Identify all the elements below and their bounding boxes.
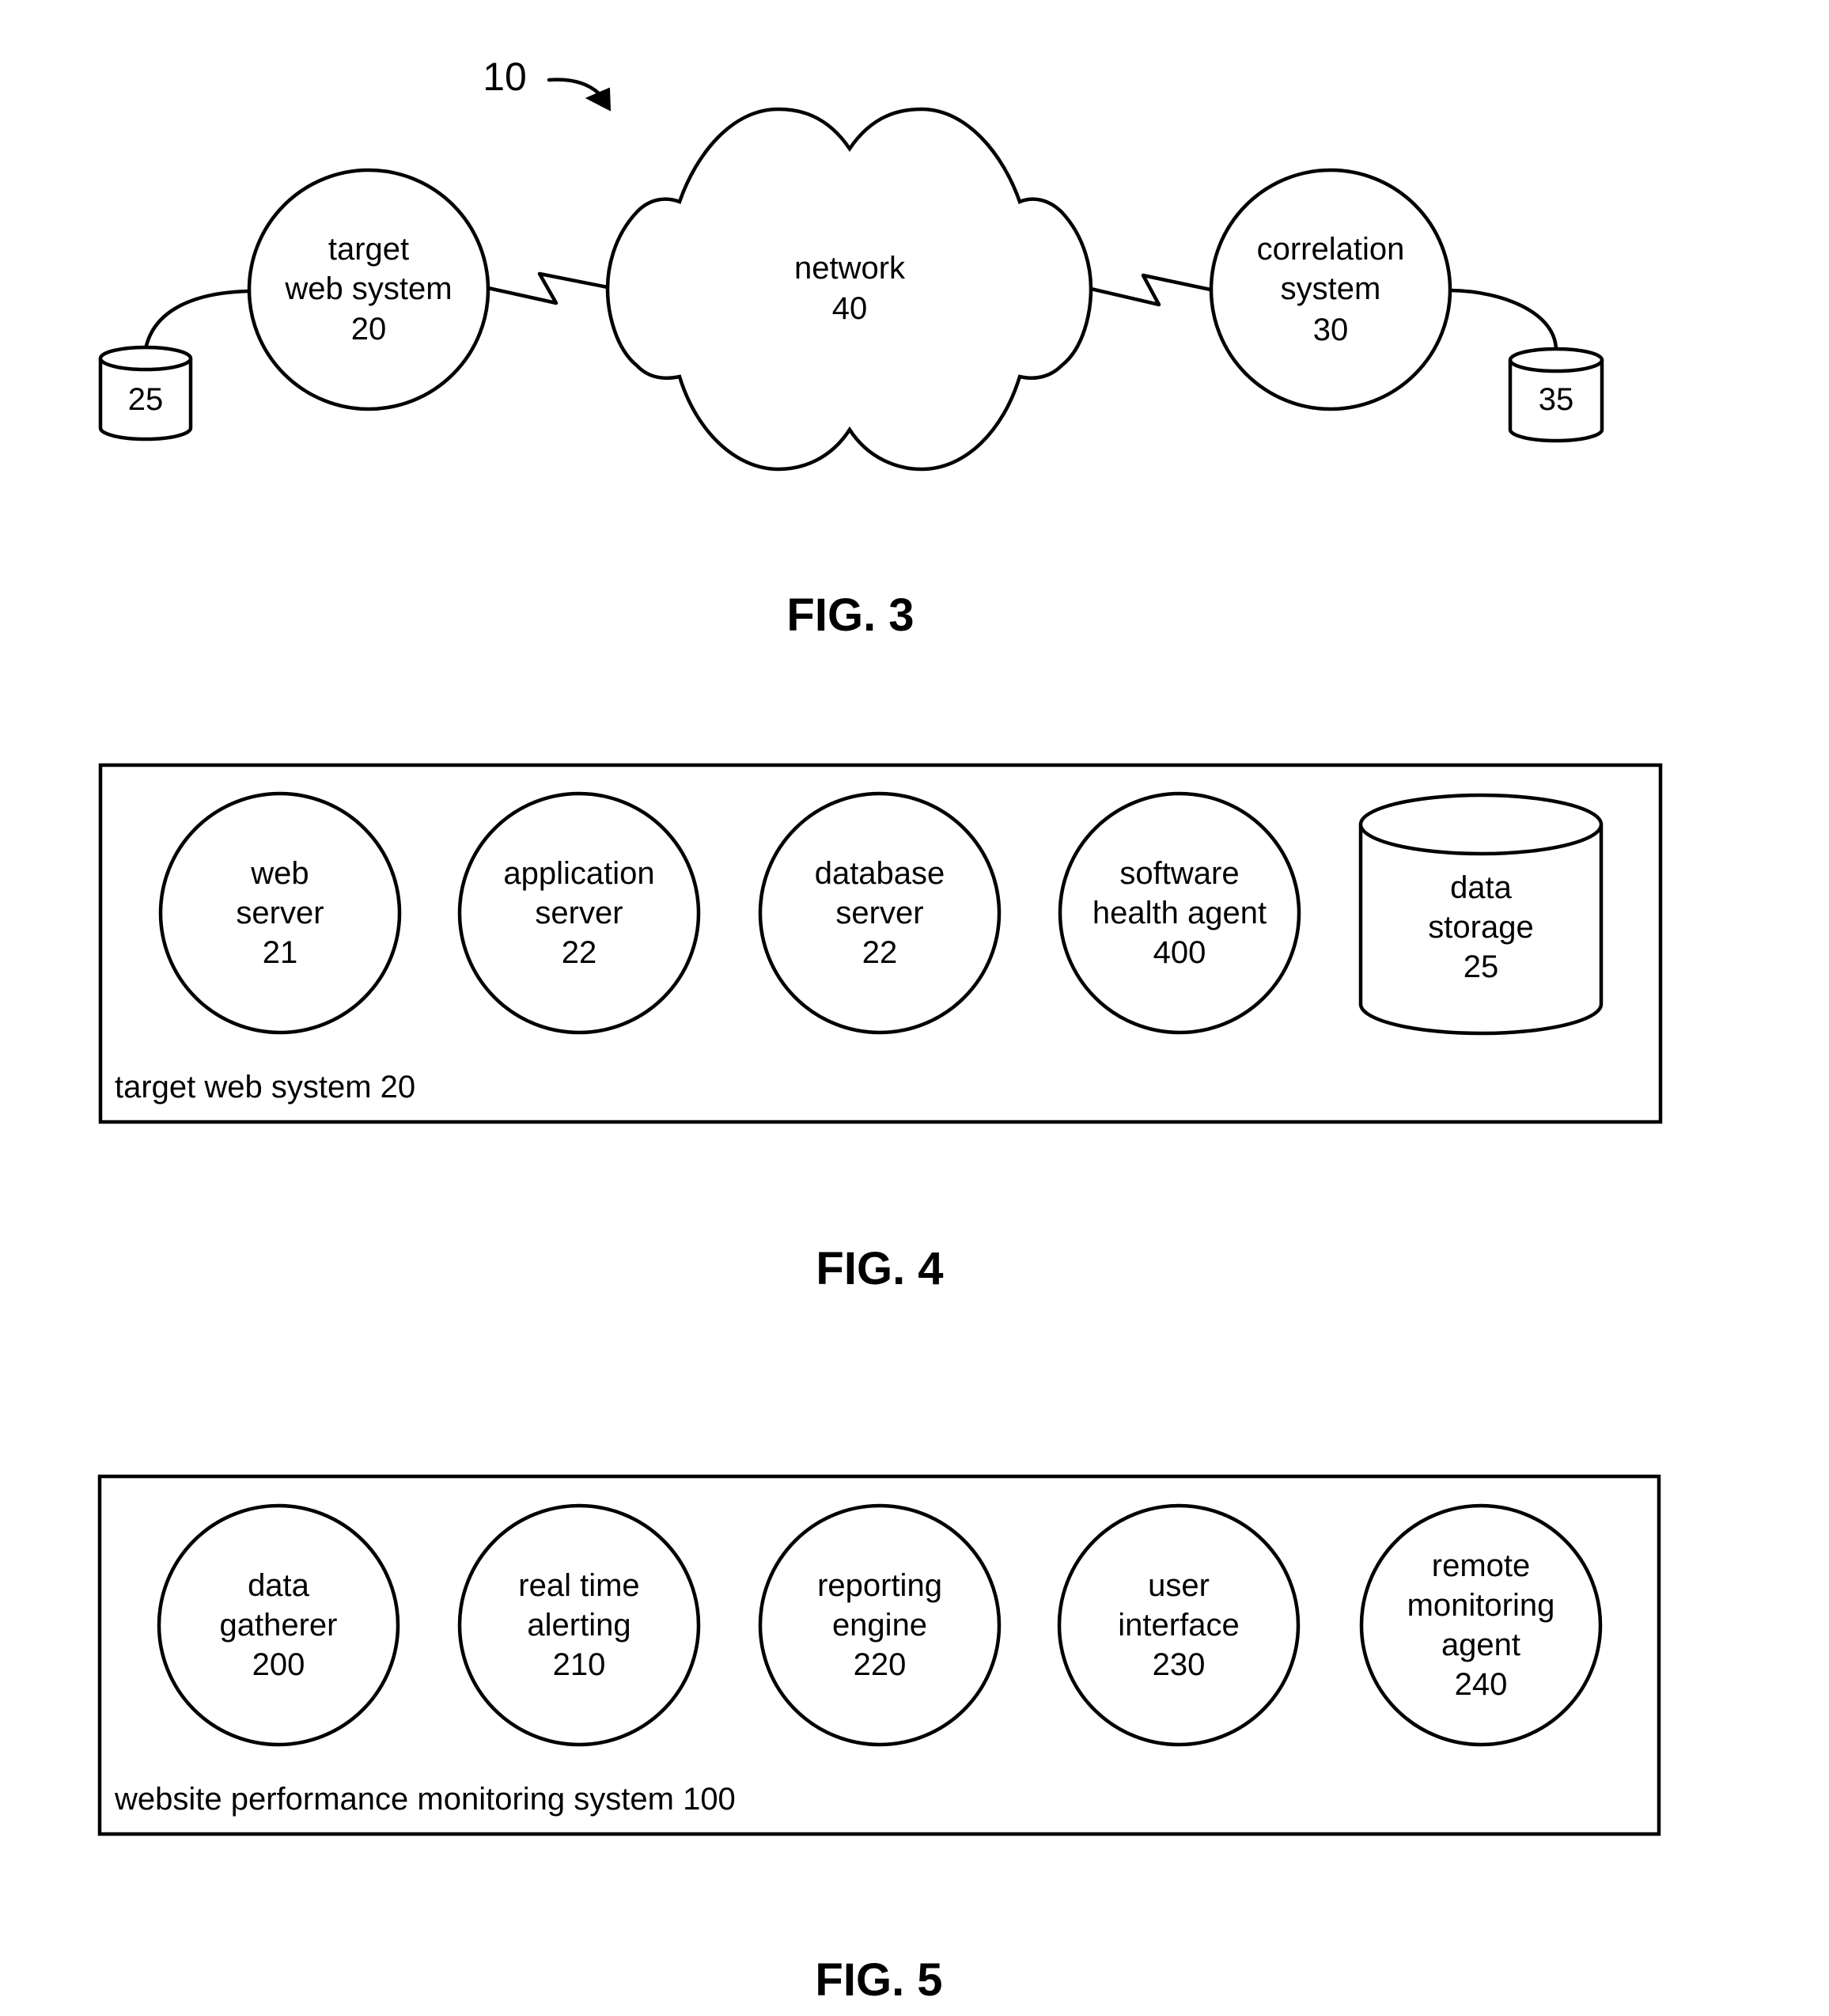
web-server-node: web server 21 [158, 791, 402, 1035]
reporting-engine-line-1: reporting [817, 1568, 942, 1603]
application-server-line-2: server [535, 896, 623, 930]
real-time-alerting-line-1: real time [518, 1568, 639, 1603]
user-interface-line-1: user [1148, 1568, 1210, 1603]
software-health-agent-line-3: 400 [1153, 935, 1206, 970]
remote-monitoring-agent-node: remote monitoring agent 240 [1359, 1503, 1603, 1747]
data-gatherer-line-1: data [248, 1568, 310, 1603]
network-line-1: network [794, 251, 906, 286]
database-server-line-1: database [815, 856, 945, 891]
correlation-system-line-2: system [1281, 271, 1381, 306]
application-server-line-1: application [503, 856, 654, 891]
user-interface-node: user interface 230 [1057, 1503, 1301, 1747]
web-server-line-3: 21 [263, 935, 298, 970]
target-web-system-line-1: target [328, 232, 409, 267]
monitoring-system-container-label: website performance monitoring system 10… [114, 1782, 736, 1817]
application-server-node: application server 22 [457, 791, 701, 1035]
database-server-node: database server 22 [758, 791, 1002, 1035]
remote-monitoring-agent-line-3: agent [1441, 1628, 1520, 1662]
database-server-line-2: server [835, 896, 923, 930]
curved-arrow-icon [547, 78, 612, 112]
remote-monitoring-agent-line-1: remote [1432, 1548, 1531, 1583]
reporting-engine-node: reporting engine 220 [758, 1503, 1002, 1747]
fig4-caption: FIG. 4 [816, 1243, 943, 1294]
software-health-agent-node: software health agent 400 [1058, 791, 1301, 1035]
reference-numeral-10: 10 [483, 55, 527, 99]
target-web-system-line-3: 20 [351, 312, 387, 347]
data-gatherer-line-2: gatherer [220, 1608, 338, 1643]
data-storage-node: data storage 25 [1358, 793, 1604, 1036]
database-server-line-3: 22 [862, 935, 898, 970]
data-gatherer-node: data gatherer 200 [157, 1503, 400, 1747]
real-time-alerting-line-3: 210 [553, 1647, 606, 1682]
database-cylinder-35: 35 [1508, 347, 1604, 443]
network-cloud: network 40 [605, 107, 1093, 472]
network-link-right-icon [1089, 273, 1213, 307]
target-web-system-node: target web system 20 [247, 168, 490, 411]
correlation-system-line-1: correlation [1257, 232, 1405, 267]
network-link-left-icon [486, 271, 610, 305]
connector-storage25-to-target [142, 289, 251, 356]
real-time-alerting-line-2: alerting [527, 1608, 630, 1643]
cylinder-35-label: 35 [1539, 382, 1574, 417]
fig3-diagram: 10 25 target web system 20 network 40 co… [98, 55, 1604, 641]
target-web-system-container-label: target web system 20 [115, 1070, 415, 1105]
database-cylinder-25: 25 [98, 345, 193, 441]
target-web-system-line-2: web system [284, 271, 452, 306]
fig5-caption: FIG. 5 [815, 1954, 942, 2006]
data-storage-line-3: 25 [1464, 949, 1499, 984]
real-time-alerting-node: real time alerting 210 [457, 1503, 701, 1747]
fig5-diagram: data gatherer 200 real time alerting 210 repor… [97, 1474, 1661, 2006]
fig3-caption: FIG. 3 [786, 589, 914, 641]
user-interface-line-3: 230 [1153, 1647, 1206, 1682]
web-server-line-1: web [250, 856, 309, 891]
web-server-line-2: server [236, 896, 324, 930]
data-gatherer-line-3: 200 [252, 1647, 305, 1682]
reporting-engine-line-2: engine [832, 1608, 927, 1643]
connector-correlation-to-storage35 [1448, 288, 1558, 352]
data-storage-line-2: storage [1428, 910, 1533, 945]
reporting-engine-line-3: 220 [854, 1647, 907, 1682]
fig4-diagram: web server 21 application server 22 database se… [98, 763, 1663, 1294]
software-health-agent-line-2: health agent [1092, 896, 1267, 930]
network-line-2: 40 [832, 291, 868, 326]
software-health-agent-line-1: software [1119, 856, 1239, 891]
remote-monitoring-agent-line-2: monitoring [1407, 1588, 1555, 1623]
application-server-line-3: 22 [562, 935, 597, 970]
correlation-system-node: correlation system 30 [1209, 168, 1452, 411]
cylinder-25-label: 25 [128, 382, 164, 417]
correlation-system-line-3: 30 [1313, 313, 1349, 347]
remote-monitoring-agent-line-4: 240 [1455, 1667, 1508, 1702]
data-storage-line-1: data [1450, 870, 1513, 905]
patent-figure-sheet: 10 25 target web system 20 network 40 co… [97, 55, 1663, 2006]
user-interface-line-2: interface [1118, 1608, 1239, 1643]
